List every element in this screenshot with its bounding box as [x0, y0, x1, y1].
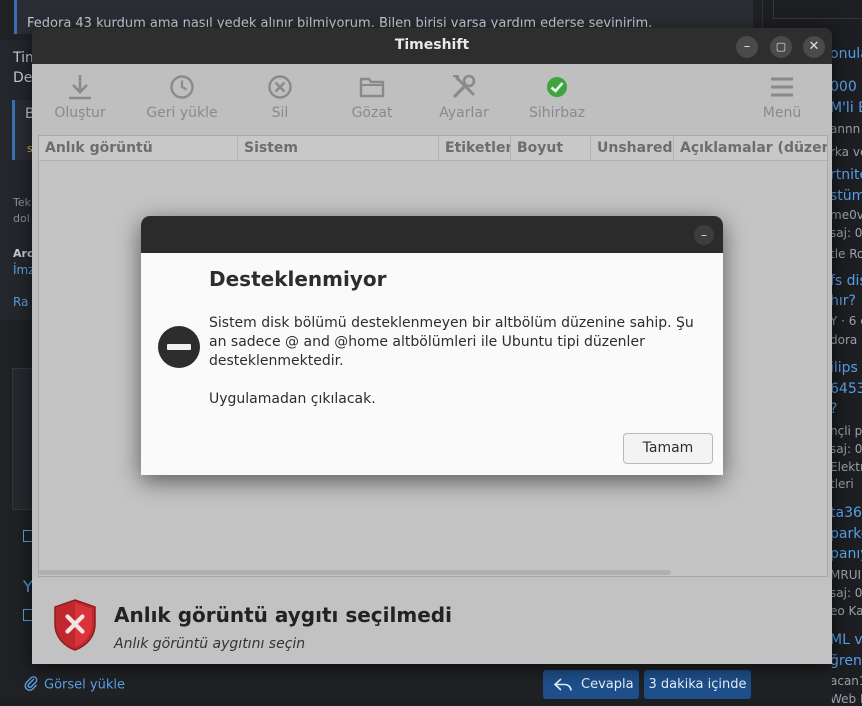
sidebar-fragment: saj: 0: [830, 586, 862, 600]
sidebar-fragment[interactable]: 6453: [830, 381, 862, 397]
sidebar-fragment: tle Ro: [830, 247, 862, 261]
left-fragment: Tek: [13, 196, 31, 209]
stop-icon: [158, 326, 200, 372]
left-fragment: Ra: [13, 295, 29, 309]
sidebar-fragment: eo Ka: [830, 604, 862, 618]
sidebar-fragment[interactable]: ML v: [830, 632, 862, 648]
sidebar-fragment: acan1 ·: [830, 674, 862, 688]
tools-icon: [430, 72, 498, 102]
column-header-system[interactable]: Sistem: [238, 136, 439, 160]
sidebar-fragment: dora: [830, 333, 858, 347]
reply-icon: [553, 677, 573, 693]
minimize-button[interactable]: –: [736, 36, 758, 58]
clock-icon: [140, 72, 224, 102]
schedule-button[interactable]: 3 dakika içinde: [644, 670, 751, 699]
sidebar-fragment[interactable]: hır?: [830, 293, 856, 309]
ok-button[interactable]: Tamam: [623, 433, 713, 464]
menu-label: Menü: [762, 105, 802, 121]
sidebar-fragment[interactable]: fs dis: [830, 273, 862, 289]
sidebar-fragment: me0v: [830, 208, 862, 222]
paperclip-icon: [24, 675, 38, 695]
sidebar-fragment: annn: [830, 122, 861, 136]
upload-image-label: Görsel yükle: [44, 677, 125, 693]
sidebar-fragment: Web P: [830, 692, 862, 706]
settings-label: Ayarlar: [439, 105, 489, 121]
folder-icon: [339, 72, 405, 102]
restore-label: Geri yükle: [146, 105, 218, 121]
dialog-message: Sistem disk bölümü desteklenmeyen bir al…: [209, 315, 694, 407]
delete-label: Sil: [271, 105, 289, 121]
sidebar-fragment: Y · 6 c: [830, 314, 862, 328]
sidebar-fragment: nçli pa: [830, 424, 862, 438]
horizontal-scrollbar[interactable]: [39, 570, 671, 575]
browse-button[interactable]: Gözat: [339, 72, 405, 126]
column-header-comments[interactable]: Açıklamalar (düzenl: [674, 136, 827, 160]
sidebar-fragment: rka ve: [830, 145, 862, 159]
sidebar-fragment: saj: 0: [830, 442, 862, 456]
column-header-unshared[interactable]: Unshared: [591, 136, 674, 160]
error-shield-icon: [52, 598, 98, 656]
reply-button[interactable]: Cevapla: [543, 670, 639, 699]
sidebar-fragment: Elektr: [830, 460, 862, 474]
browse-label: Gözat: [351, 105, 393, 121]
reply-label: Cevapla: [581, 677, 634, 692]
sidebar-fragment[interactable]: onula: [830, 46, 862, 62]
sidebar-fragment[interactable]: ğrenile: [830, 653, 862, 669]
column-header-tags[interactable]: Etiketler: [439, 136, 511, 160]
status-subtitle: Anlık görüntü aygıtını seçin: [114, 636, 306, 652]
table-header: Anlık görüntü Sistem Etiketler Boyut Uns…: [39, 136, 827, 161]
sidebar-fragment[interactable]: 000: [830, 79, 857, 95]
wizard-button[interactable]: Sihirbaz: [520, 72, 594, 126]
status-title: Anlık görüntü aygıtı seçilmedi: [114, 603, 452, 627]
sidebar-fragment[interactable]: rtnite: [830, 167, 862, 183]
sidebar-fragment[interactable]: panıy: [830, 546, 862, 562]
schedule-label: 3 dakika içinde: [648, 677, 747, 692]
maximize-button[interactable]: ▢: [770, 36, 792, 58]
window-titlebar[interactable]: Timeshift – ▢ ✕: [32, 28, 832, 64]
create-label: Oluştur: [54, 105, 106, 121]
download-icon: [46, 72, 114, 102]
dialog-title: Desteklenmiyor: [209, 267, 387, 291]
unsupported-dialog: – Desteklenmiyor Sistem disk bölümü dest…: [141, 216, 723, 475]
sidebar-fragment: saj: 0: [830, 226, 862, 240]
restore-button[interactable]: Geri yükle: [140, 72, 224, 126]
wizard-check-icon: [520, 72, 594, 102]
sidebar-fragment: tleri: [830, 477, 854, 491]
menu-button[interactable]: Menü: [756, 72, 808, 126]
sidebar-fragment[interactable]: parke: [830, 526, 862, 542]
sidebar-fragment[interactable]: M'li E: [830, 100, 862, 116]
sidebar-fragment[interactable]: ilips: [830, 360, 858, 376]
right-sidebar-box: [773, 0, 862, 19]
left-fragment: De: [13, 70, 33, 86]
left-fragment: dol: [13, 212, 30, 225]
delete-button[interactable]: Sil: [254, 72, 306, 126]
dialog-minimize-button[interactable]: –: [694, 225, 714, 245]
status-area: Anlık görüntü aygıtı seçilmedi Anlık gör…: [32, 578, 832, 664]
hamburger-icon: [756, 72, 808, 102]
column-header-snapshot[interactable]: Anlık görüntü: [39, 136, 238, 160]
left-fragment: Arc: [13, 247, 34, 260]
sidebar-fragment[interactable]: stüm: [830, 188, 862, 204]
dialog-header[interactable]: –: [141, 216, 723, 253]
column-header-size[interactable]: Boyut: [511, 136, 591, 160]
sidebar-fragment[interactable]: ta36: [830, 505, 862, 521]
window-title: Timeshift: [394, 37, 470, 53]
create-button[interactable]: Oluştur: [46, 72, 114, 126]
upload-image-link[interactable]: Görsel yükle: [24, 675, 125, 695]
wizard-label: Sihirbaz: [528, 105, 586, 121]
settings-button[interactable]: Ayarlar: [430, 72, 498, 126]
sidebar-fragment: MRUI: [830, 568, 862, 582]
close-button[interactable]: ✕: [803, 36, 825, 58]
delete-circle-icon: [254, 72, 306, 102]
